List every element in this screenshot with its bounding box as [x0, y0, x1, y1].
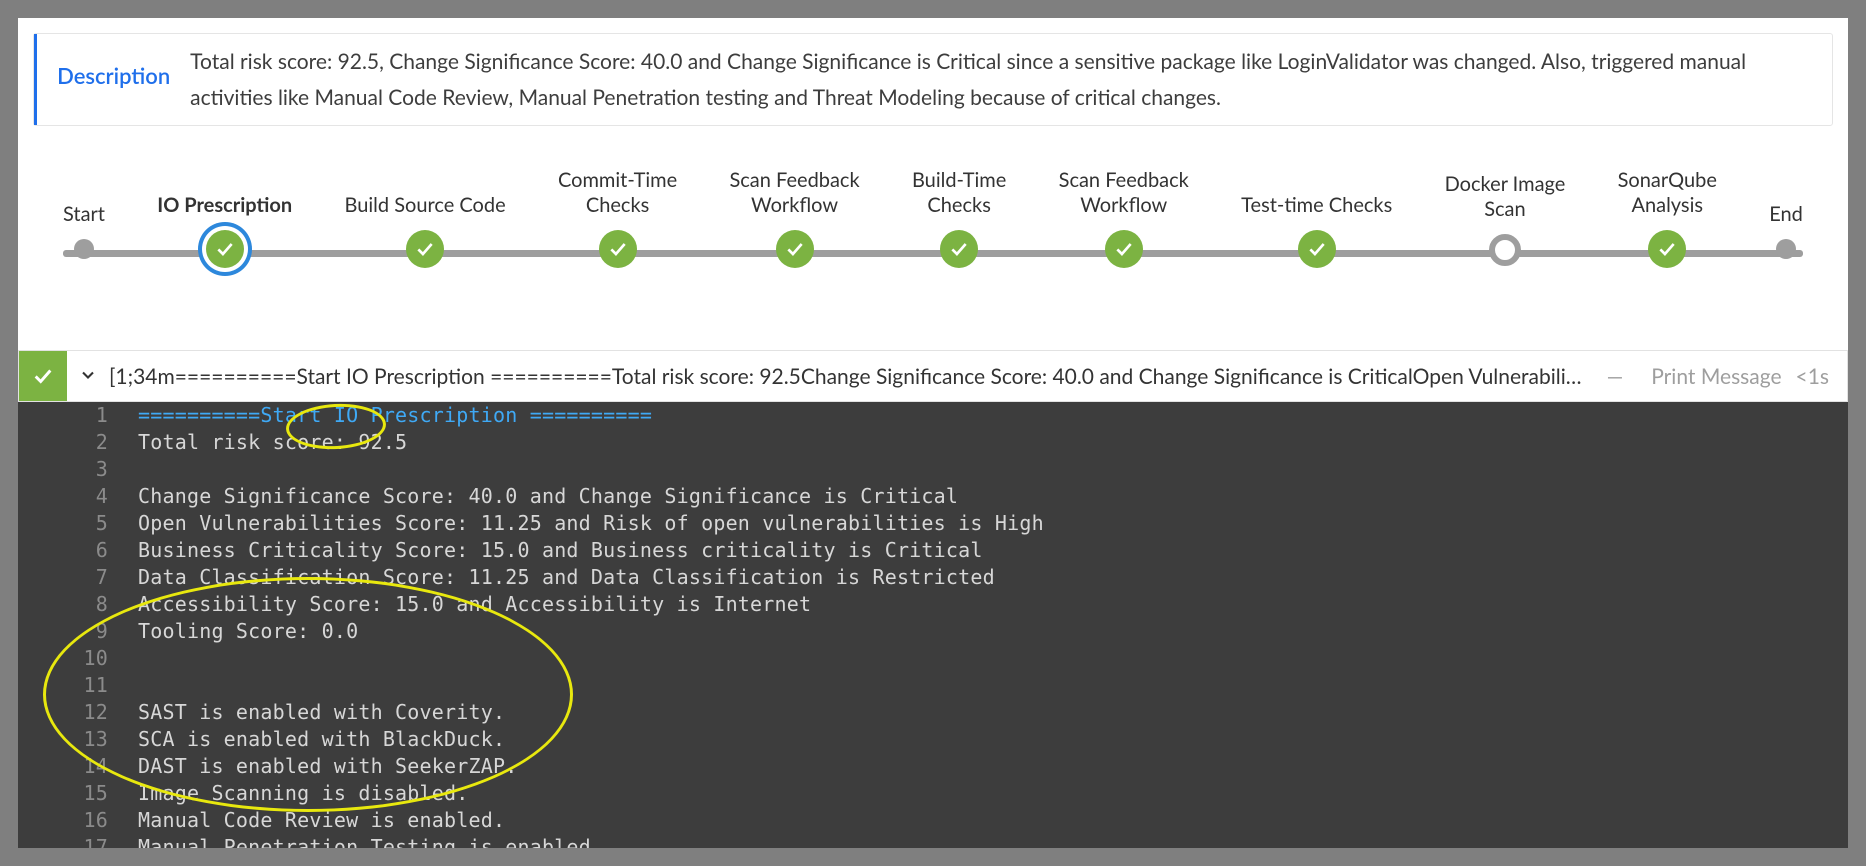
pipeline-stage[interactable]: Build Source Code	[344, 166, 505, 268]
line-number: 12	[78, 699, 124, 726]
pipeline-stage-node[interactable]	[206, 230, 244, 268]
console-line: 8Accessibility Score: 15.0 and Accessibi…	[18, 591, 1848, 618]
pipeline-stage-node[interactable]	[74, 239, 94, 259]
line-text: Manual Code Review is enabled.	[124, 807, 505, 834]
console-line: 7Data Classification Score: 11.25 and Da…	[18, 564, 1848, 591]
line-text: Total risk score: 92.5	[124, 429, 407, 456]
pipeline-stage[interactable]: Commit-Time Checks	[558, 166, 677, 268]
expand-toggle[interactable]	[67, 363, 109, 390]
log-header-row[interactable]: [1;34m==========Start IO Prescription ==…	[18, 350, 1848, 402]
pipeline-stage-label: Build Source Code	[344, 166, 505, 218]
line-text: SAST is enabled with Coverity.	[124, 699, 505, 726]
pipeline-stage-label: SonarQube Analysis	[1618, 166, 1717, 218]
pipeline-stage-label: Start	[63, 175, 105, 227]
line-number: 10	[78, 645, 124, 672]
console-line: 2Total risk score: 92.5	[18, 429, 1848, 456]
line-number: 13	[78, 726, 124, 753]
line-text: Image Scanning is disabled.	[124, 780, 469, 807]
log-header-source[interactable]: Print Message	[1637, 364, 1795, 389]
console-line: 16Manual Code Review is enabled.	[18, 807, 1848, 834]
line-text: DAST is enabled with SeekerZAP.	[124, 753, 517, 780]
line-number: 4	[78, 483, 124, 510]
pipeline-stage-label: Scan Feedback Workflow	[729, 166, 859, 218]
line-text: Open Vulnerabilities Score: 11.25 and Ri…	[124, 510, 1044, 537]
app-frame: Description Total risk score: 92.5, Chan…	[18, 18, 1848, 848]
pipeline-stage-label: Docker Image Scan	[1445, 170, 1566, 222]
line-number: 7	[78, 564, 124, 591]
line-number: 8	[78, 591, 124, 618]
line-text: Data Classification Score: 11.25 and Dat…	[124, 564, 995, 591]
console-line: 14DAST is enabled with SeekerZAP.	[18, 753, 1848, 780]
log-header-text: [1;34m==========Start IO Prescription ==…	[109, 364, 1593, 389]
line-text: ==========Start IO Prescription ========…	[124, 402, 652, 429]
pipeline-stage-label: Commit-Time Checks	[558, 166, 677, 218]
console-line: 12SAST is enabled with Coverity.	[18, 699, 1848, 726]
pipeline-stage-node[interactable]	[940, 230, 978, 268]
pipeline-stage[interactable]: SonarQube Analysis	[1618, 166, 1717, 268]
line-text: Manual Penetration Testing is enabled.	[124, 834, 603, 848]
pipeline-stage-label: End	[1769, 175, 1803, 227]
console-line: 1==========Start IO Prescription =======…	[18, 402, 1848, 429]
console-line: 4Change Significance Score: 40.0 and Cha…	[18, 483, 1848, 510]
line-number: 15	[78, 780, 124, 807]
pipeline-stage-node[interactable]	[1105, 230, 1143, 268]
line-text	[124, 456, 138, 483]
pipeline-stage-node[interactable]	[1298, 230, 1336, 268]
line-text: Tooling Score: 0.0	[124, 618, 358, 645]
pipeline-stage-label: Scan Feedback Workflow	[1059, 166, 1189, 218]
pipeline-stage[interactable]: Test-time Checks	[1241, 166, 1392, 268]
pipeline-stage[interactable]: Docker Image Scan	[1445, 170, 1566, 268]
pipeline-stage-node[interactable]	[776, 230, 814, 268]
console-line: 11	[18, 672, 1848, 699]
log-header-duration: <1s	[1796, 364, 1847, 389]
pipeline-stage[interactable]: Start	[63, 175, 105, 268]
line-number: 6	[78, 537, 124, 564]
console-line: 15Image Scanning is disabled.	[18, 780, 1848, 807]
console-line: 17Manual Penetration Testing is enabled.	[18, 834, 1848, 848]
pipeline-stage-label: Test-time Checks	[1241, 166, 1392, 218]
line-number: 11	[78, 672, 124, 699]
line-number: 3	[78, 456, 124, 483]
status-check-icon	[19, 351, 67, 401]
pipeline-stage-node[interactable]	[599, 230, 637, 268]
line-text: Change Significance Score: 40.0 and Chan…	[124, 483, 958, 510]
console-line: 3	[18, 456, 1848, 483]
pipeline-stage-node[interactable]	[1648, 230, 1686, 268]
pipeline-stage-node[interactable]	[1489, 234, 1521, 266]
line-number: 5	[78, 510, 124, 537]
pipeline-stage-node[interactable]	[406, 230, 444, 268]
pipeline-stage-label: IO Prescription	[157, 166, 292, 218]
pipeline-stage[interactable]: Scan Feedback Workflow	[1059, 166, 1189, 268]
console-line: 6Business Criticality Score: 15.0 and Bu…	[18, 537, 1848, 564]
line-text: Business Criticality Score: 15.0 and Bus…	[124, 537, 983, 564]
description-label: Description	[37, 34, 190, 125]
line-text	[124, 645, 138, 672]
pipeline-stage[interactable]: End	[1769, 175, 1803, 268]
log-header-dash: —	[1593, 364, 1638, 389]
console-line: 5Open Vulnerabilities Score: 11.25 and R…	[18, 510, 1848, 537]
line-text: Accessibility Score: 15.0 and Accessibil…	[124, 591, 811, 618]
pipeline: Start IO Prescription Build Source Code Com…	[63, 166, 1803, 316]
pipeline-stage[interactable]: Build-Time Checks	[912, 166, 1006, 268]
line-number: 17	[78, 834, 124, 848]
line-text	[124, 672, 138, 699]
pipeline-stage-node[interactable]	[1776, 239, 1796, 259]
console-output[interactable]: 1==========Start IO Prescription =======…	[18, 402, 1848, 848]
console-line: 9Tooling Score: 0.0	[18, 618, 1848, 645]
line-text: SCA is enabled with BlackDuck.	[124, 726, 505, 753]
line-number: 16	[78, 807, 124, 834]
line-number: 9	[78, 618, 124, 645]
line-number: 1	[78, 402, 124, 429]
line-number: 2	[78, 429, 124, 456]
console-line: 13SCA is enabled with BlackDuck.	[18, 726, 1848, 753]
line-number: 14	[78, 753, 124, 780]
pipeline-stage[interactable]: IO Prescription	[157, 166, 292, 268]
pipeline-stage-label: Build-Time Checks	[912, 166, 1006, 218]
pipeline-stage[interactable]: Scan Feedback Workflow	[729, 166, 859, 268]
description-text: Total risk score: 92.5, Change Significa…	[190, 34, 1832, 125]
description-card: Description Total risk score: 92.5, Chan…	[33, 33, 1833, 126]
console-line: 10	[18, 645, 1848, 672]
